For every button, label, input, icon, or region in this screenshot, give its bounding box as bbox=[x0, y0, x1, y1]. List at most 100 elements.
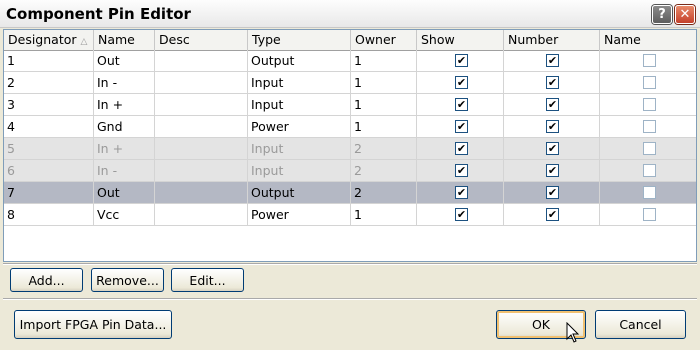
cell-type[interactable]: Output bbox=[248, 182, 351, 204]
number-checkbox[interactable]: ✔ bbox=[546, 208, 559, 221]
cell-type[interactable]: Input bbox=[248, 72, 351, 94]
cell-name[interactable]: Vcc bbox=[94, 204, 155, 226]
close-button[interactable]: ✕ bbox=[675, 5, 695, 24]
cell-number: ✔ bbox=[504, 50, 600, 72]
show-checkbox[interactable]: ✔ bbox=[455, 98, 468, 111]
table-row[interactable]: 7 Out Output 2 ✔ ✔ bbox=[4, 182, 696, 204]
table-row[interactable]: 2 In - Input 1 ✔ ✔ bbox=[4, 72, 696, 94]
cell-designator[interactable]: 3 bbox=[4, 94, 94, 116]
close-icon: ✕ bbox=[679, 7, 691, 22]
cell-owner[interactable]: 2 bbox=[351, 138, 417, 160]
title-bar: Component Pin Editor ? ✕ bbox=[0, 0, 700, 28]
table-row[interactable]: 6 In - Input 2 ✔ ✔ bbox=[4, 160, 696, 182]
cell-desc[interactable] bbox=[155, 116, 248, 138]
pin-table[interactable]: Designator △ Name Desc Type Owner Show Number Na… bbox=[3, 29, 697, 262]
cell-name[interactable]: In - bbox=[94, 72, 155, 94]
show-checkbox[interactable]: ✔ bbox=[455, 186, 468, 199]
column-header-desc[interactable]: Desc bbox=[155, 30, 248, 50]
cell-type[interactable]: Input bbox=[248, 138, 351, 160]
cell-show: ✔ bbox=[417, 182, 504, 204]
cell-desc[interactable] bbox=[155, 138, 248, 160]
cell-designator[interactable]: 5 bbox=[4, 138, 94, 160]
cell-name[interactable]: In + bbox=[94, 138, 155, 160]
cell-desc[interactable] bbox=[155, 50, 248, 72]
cell-owner[interactable]: 1 bbox=[351, 50, 417, 72]
name-checkbox[interactable] bbox=[643, 164, 656, 177]
cell-desc[interactable] bbox=[155, 182, 248, 204]
cell-designator[interactable]: 2 bbox=[4, 72, 94, 94]
cell-owner[interactable]: 1 bbox=[351, 72, 417, 94]
number-checkbox[interactable]: ✔ bbox=[546, 142, 559, 155]
cell-owner[interactable]: 1 bbox=[351, 116, 417, 138]
cell-type[interactable]: Input bbox=[248, 160, 351, 182]
cell-owner[interactable]: 2 bbox=[351, 182, 417, 204]
cell-type[interactable]: Output bbox=[248, 50, 351, 72]
column-header-owner[interactable]: Owner bbox=[351, 30, 417, 50]
import-button-label: Import FPGA Pin Data... bbox=[19, 317, 167, 332]
name-checkbox[interactable] bbox=[643, 76, 656, 89]
table-row[interactable]: 3 In + Input 1 ✔ ✔ bbox=[4, 94, 696, 116]
cell-designator[interactable]: 1 bbox=[4, 50, 94, 72]
cell-number: ✔ bbox=[504, 160, 600, 182]
cell-name[interactable]: Out bbox=[94, 50, 155, 72]
cell-type[interactable]: Input bbox=[248, 94, 351, 116]
cell-owner[interactable]: 2 bbox=[351, 160, 417, 182]
help-button[interactable]: ? bbox=[652, 5, 672, 24]
cell-name[interactable]: In + bbox=[94, 94, 155, 116]
table-row[interactable]: 8 Vcc Power 1 ✔ ✔ bbox=[4, 204, 696, 226]
column-header-designator[interactable]: Designator △ bbox=[4, 30, 94, 50]
cell-designator[interactable]: 4 bbox=[4, 116, 94, 138]
number-checkbox[interactable]: ✔ bbox=[546, 186, 559, 199]
name-checkbox[interactable] bbox=[643, 208, 656, 221]
column-header-label: Designator bbox=[8, 32, 77, 47]
cell-desc[interactable] bbox=[155, 160, 248, 182]
number-checkbox[interactable]: ✔ bbox=[546, 76, 559, 89]
number-checkbox[interactable]: ✔ bbox=[546, 164, 559, 177]
column-header-name[interactable]: Name bbox=[94, 30, 155, 50]
column-header-label: Number bbox=[508, 32, 559, 47]
cell-name[interactable]: Gnd bbox=[94, 116, 155, 138]
name-checkbox[interactable] bbox=[643, 98, 656, 111]
cell-owner[interactable]: 1 bbox=[351, 204, 417, 226]
table-row[interactable]: 4 Gnd Power 1 ✔ ✔ bbox=[4, 116, 696, 138]
column-header-type[interactable]: Type bbox=[248, 30, 351, 50]
cell-desc[interactable] bbox=[155, 204, 248, 226]
name-checkbox[interactable] bbox=[643, 54, 656, 67]
cancel-button[interactable]: Cancel bbox=[595, 310, 686, 339]
name-checkbox[interactable] bbox=[643, 142, 656, 155]
import-fpga-pin-data-button[interactable]: Import FPGA Pin Data... bbox=[14, 310, 172, 339]
cell-name[interactable]: In - bbox=[94, 160, 155, 182]
number-checkbox[interactable]: ✔ bbox=[546, 98, 559, 111]
column-header-name-visible[interactable]: Name bbox=[600, 30, 696, 50]
show-checkbox[interactable]: ✔ bbox=[455, 76, 468, 89]
table-row[interactable]: 5 In + Input 2 ✔ ✔ bbox=[4, 138, 696, 160]
show-checkbox[interactable]: ✔ bbox=[455, 142, 468, 155]
cell-designator[interactable]: 6 bbox=[4, 160, 94, 182]
cell-type[interactable]: Power bbox=[248, 204, 351, 226]
show-checkbox[interactable]: ✔ bbox=[455, 54, 468, 67]
cell-designator[interactable]: 8 bbox=[4, 204, 94, 226]
column-header-show[interactable]: Show bbox=[417, 30, 504, 50]
add-button[interactable]: Add... bbox=[10, 268, 83, 292]
table-row[interactable]: 1 Out Output 1 ✔ ✔ bbox=[4, 50, 696, 72]
cell-name-visible bbox=[600, 182, 696, 204]
number-checkbox[interactable]: ✔ bbox=[546, 54, 559, 67]
cell-desc[interactable] bbox=[155, 72, 248, 94]
cell-name-visible bbox=[600, 204, 696, 226]
cell-desc[interactable] bbox=[155, 94, 248, 116]
name-checkbox[interactable] bbox=[643, 186, 656, 199]
edit-button[interactable]: Edit... bbox=[171, 268, 244, 292]
cell-designator[interactable]: 7 bbox=[4, 182, 94, 204]
column-header-number[interactable]: Number bbox=[504, 30, 600, 50]
number-checkbox[interactable]: ✔ bbox=[546, 120, 559, 133]
cell-show: ✔ bbox=[417, 72, 504, 94]
cell-type[interactable]: Power bbox=[248, 116, 351, 138]
show-checkbox[interactable]: ✔ bbox=[455, 208, 468, 221]
show-checkbox[interactable]: ✔ bbox=[455, 120, 468, 133]
name-checkbox[interactable] bbox=[643, 120, 656, 133]
show-checkbox[interactable]: ✔ bbox=[455, 164, 468, 177]
column-header-label: Owner bbox=[355, 32, 396, 47]
cell-name[interactable]: Out bbox=[94, 182, 155, 204]
cell-owner[interactable]: 1 bbox=[351, 94, 417, 116]
remove-button[interactable]: Remove... bbox=[91, 268, 164, 292]
